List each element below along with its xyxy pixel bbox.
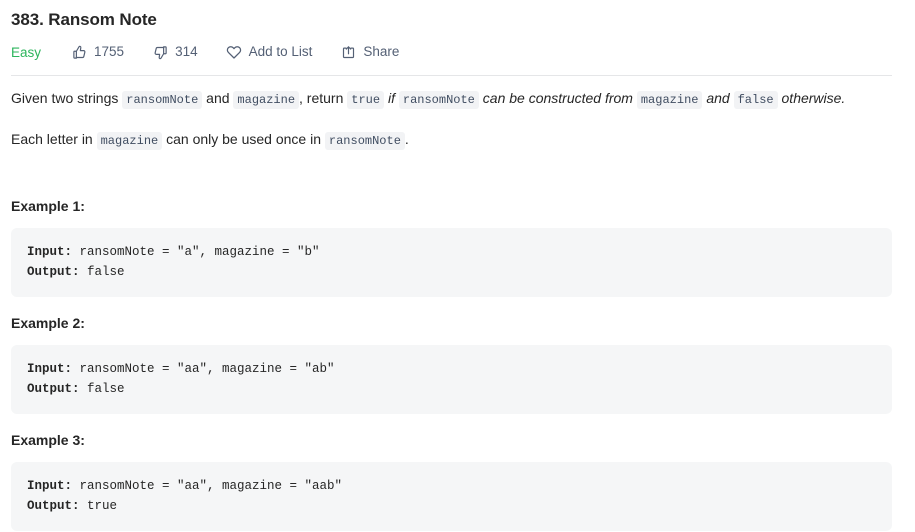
like-button[interactable]: 1755 — [71, 44, 124, 60]
inline-code-false: false — [733, 91, 778, 109]
share-icon — [340, 44, 356, 60]
example-code-block: Input: ransomNote = "a", magazine = "b" … — [11, 228, 892, 297]
desc-emphasis: can be constructed from — [482, 90, 633, 106]
output-value: true — [79, 499, 118, 513]
description-paragraph-2: Each letter in magazine can only be used… — [11, 129, 898, 151]
desc-text: Given two strings — [11, 90, 123, 106]
input-value: ransomNote = "a", magazine = "b" — [72, 245, 320, 259]
thumbs-down-icon — [152, 44, 168, 60]
page-title: 383. Ransom Note — [11, 10, 157, 29]
desc-text: can only be used once in — [162, 131, 325, 147]
example-heading: Example 3: — [11, 432, 85, 448]
inline-code-magazine: magazine — [636, 91, 703, 109]
inline-code-ransomnote: ransomNote — [122, 91, 203, 109]
input-label: Input: — [27, 245, 73, 259]
add-to-list-label: Add to List — [248, 44, 313, 59]
like-count: 1755 — [94, 44, 125, 59]
desc-text: and — [202, 90, 234, 106]
problem-meta-row: Easy 1755 314 Add to List Share — [11, 38, 898, 66]
inline-code-true: true — [347, 91, 385, 109]
input-value: ransomNote = "aa", magazine = "ab" — [72, 362, 335, 376]
example-block: Example 2: Input: ransomNote = "aa", mag… — [11, 314, 898, 414]
difficulty-badge: Easy — [11, 44, 42, 60]
example-block: Example 3: Input: ransomNote = "aa", mag… — [11, 431, 898, 531]
input-value: ransomNote = "aa", magazine = "aab" — [72, 479, 343, 493]
output-value: false — [79, 382, 125, 396]
description-paragraph-1: Given two strings ransomNote and magazin… — [11, 88, 898, 110]
add-to-list-button[interactable]: Add to List — [226, 44, 313, 60]
example-input-line: Input: ransomNote = "aa", magazine = "aa… — [27, 476, 876, 496]
example-output-line: Output: true — [27, 496, 876, 516]
thumbs-up-icon — [71, 44, 87, 60]
inline-code-ransomnote: ransomNote — [324, 132, 405, 150]
example-input-line: Input: ransomNote = "a", magazine = "b" — [27, 242, 876, 262]
inline-code-magazine: magazine — [233, 91, 300, 109]
example-output-line: Output: false — [27, 379, 876, 399]
desc-text: , return — [299, 90, 348, 106]
desc-text: . — [404, 131, 409, 147]
desc-emphasis: and — [706, 90, 730, 106]
desc-emphasis: if — [387, 90, 395, 106]
inline-code-magazine: magazine — [96, 132, 163, 150]
output-label: Output: — [27, 382, 80, 396]
problem-description: Given two strings ransomNote and magazin… — [11, 76, 898, 151]
example-code-block: Input: ransomNote = "aa", magazine = "ab… — [11, 345, 892, 414]
example-block: Example 1: Input: ransomNote = "a", maga… — [11, 197, 898, 297]
output-label: Output: — [27, 265, 80, 279]
input-label: Input: — [27, 362, 73, 376]
example-output-line: Output: false — [27, 262, 876, 282]
output-label: Output: — [27, 499, 80, 513]
input-label: Input: — [27, 479, 73, 493]
desc-text: Each letter in — [11, 131, 97, 147]
problem-page: 383. Ransom Note Easy 1755 314 Add to Li… — [0, 0, 915, 532]
inline-code-ransomnote: ransomNote — [398, 91, 479, 109]
example-code-block: Input: ransomNote = "aa", magazine = "aa… — [11, 462, 892, 531]
share-label: Share — [363, 44, 400, 59]
example-heading: Example 2: — [11, 315, 85, 331]
output-value: false — [79, 265, 125, 279]
dislike-count: 314 — [175, 44, 198, 59]
example-heading: Example 1: — [11, 198, 85, 214]
share-button[interactable]: Share — [340, 44, 399, 60]
desc-emphasis: otherwise. — [781, 90, 846, 106]
heart-icon — [226, 44, 242, 60]
example-input-line: Input: ransomNote = "aa", magazine = "ab… — [27, 359, 876, 379]
dislike-button[interactable]: 314 — [152, 44, 198, 60]
